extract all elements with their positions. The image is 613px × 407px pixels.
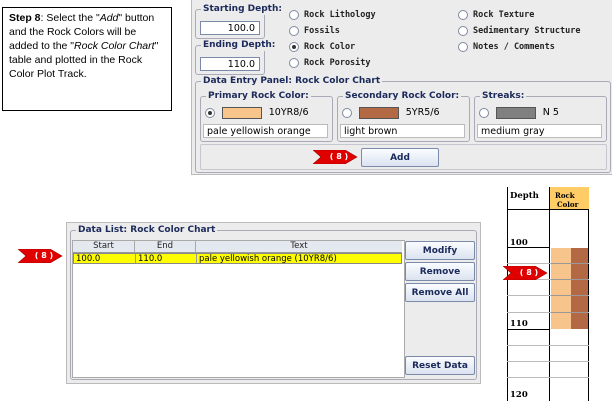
depth-label-120: 120 [510,390,528,400]
header-divider [507,209,589,210]
depth-header: Depth [510,191,539,201]
depth-label-110: 110 [510,319,528,329]
grid-line [507,377,589,378]
option-rock-texture[interactable]: Rock Texture [458,9,534,21]
streaks-row[interactable]: N 5 [479,106,559,120]
data-list-window: Data List: Rock Color Chart Start End Te… [66,222,481,384]
add-button[interactable]: Add [361,148,439,167]
radio-icon [458,41,468,52]
column-header-start[interactable]: Start [73,241,135,252]
tick-110 [507,329,550,330]
radio-selected-icon [205,107,215,118]
step-chart-word: Rock Color Chart [74,40,155,52]
secondary-color-group: Secondary Rock Color: 5YR5/6 light brown [337,91,470,142]
ending-depth-group: Ending Depth: 110.0 [195,40,278,75]
secondary-color-band [571,248,588,329]
option-notes-comments[interactable]: Notes / Comments [458,41,555,53]
secondary-color-title: Secondary Rock Color: [343,91,462,102]
ending-depth-label: Ending Depth: [201,40,278,51]
data-entry-panel-title: Data Entry Panel: Rock Color Chart [201,76,383,87]
band-line [551,295,588,296]
primary-color-title: Primary Rock Color: [206,91,311,102]
radio-icon [458,25,468,36]
table-row[interactable]: 100.0 110.0 pale yellowish orange (10YR8… [73,253,402,264]
data-list-table: Start End Text 100.0 110.0 pale yellowis… [72,240,405,378]
primary-color-name: pale yellowish orange [203,124,328,138]
secondary-color-row[interactable]: 5YR5/6 [342,106,440,120]
radio-icon [289,25,299,36]
entry-window: Starting Depth: 100.0 Ending Depth: 110.… [191,0,612,175]
primary-color-group: Primary Rock Color: 10YR8/6 pale yellowi… [200,91,333,142]
starting-depth-group: Starting Depth: 100.0 [195,4,284,39]
step-marker-data-list: ( 8 ) [18,249,64,263]
ending-depth-input[interactable]: 110.0 [200,57,260,71]
depth-label-100: 100 [510,238,528,248]
reset-data-button[interactable]: Reset Data [405,356,475,375]
secondary-color-swatch[interactable] [358,106,399,119]
step-marker-add: ( 8 ) [313,150,359,164]
primary-color-band [551,248,571,329]
radio-icon [342,107,352,118]
streaks-code: N 5 [542,107,559,118]
streaks-name: medium gray [477,124,602,138]
data-entry-panel: Data Entry Panel: Rock Color Chart Prima… [195,76,611,173]
remove-button[interactable]: Remove [405,262,475,281]
radio-icon [458,9,468,20]
primary-color-row[interactable]: 10YR8/6 [205,106,309,120]
rock-color-header-line2: Color [557,200,579,209]
radio-icon [289,9,299,20]
step-text-1: : Select the " [40,12,100,24]
step-instruction: Step 8: Select the "Add" button and the … [2,7,172,111]
column-header-end[interactable]: End [135,241,196,252]
remove-all-button[interactable]: Remove All [405,283,475,302]
radio-icon [479,107,489,118]
primary-color-code: 10YR8/6 [268,107,309,118]
radio-icon [289,57,299,68]
marker-label: ( 8 ) [329,152,349,161]
step-add-word: Add [99,12,119,24]
plot-track: Depth Rock Color 100 110 120 [507,187,589,401]
streaks-group: Streaks: N 5 medium gray [474,91,607,142]
radio-selected-icon [289,41,299,52]
band-line [551,263,588,264]
column-header-text[interactable]: Text [196,241,402,252]
option-sedimentary-structure[interactable]: Sedimentary Structure [458,25,580,37]
starting-depth-input[interactable]: 100.0 [200,21,260,35]
step-label: Step 8 [9,12,41,24]
option-fossils[interactable]: Fossils [289,25,340,37]
secondary-color-code: 5YR5/6 [405,107,440,118]
row-text: pale yellowish orange (10YR8/6) [199,254,337,264]
secondary-color-name: light brown [340,124,465,138]
marker-label: ( 8 ) [34,251,54,260]
row-start: 100.0 [74,254,136,264]
band-line [551,312,588,313]
grid-line [507,345,589,346]
primary-color-swatch[interactable] [221,106,262,119]
streaks-swatch[interactable] [495,106,536,119]
row-end: 110.0 [136,254,197,264]
option-rock-color[interactable]: Rock Color [289,41,355,53]
marker-label: ( 8 ) [519,268,539,277]
data-list-group: Data List: Rock Color Chart Start End Te… [70,225,477,380]
depth-column [507,187,550,401]
step-marker-plot: ( 8 ) [503,266,549,280]
option-rock-lithology[interactable]: Rock Lithology [289,9,376,21]
starting-depth-label: Starting Depth: [201,4,284,15]
grid-line [507,361,589,362]
streaks-title: Streaks: [480,91,527,102]
data-list-title: Data List: Rock Color Chart [76,225,218,236]
modify-button[interactable]: Modify [405,241,475,260]
band-line [551,279,588,280]
table-header: Start End Text [73,241,402,253]
option-rock-porosity[interactable]: Rock Porosity [289,57,371,69]
rock-color-header-line1: Rock [555,191,575,200]
